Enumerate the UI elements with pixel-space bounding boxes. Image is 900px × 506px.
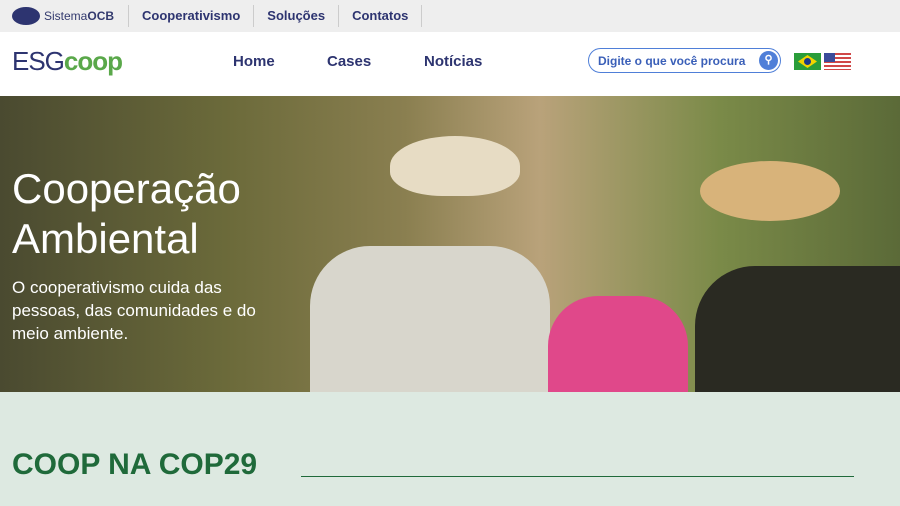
search-icon[interactable]: ⚲ [759,51,778,70]
toplink-contatos[interactable]: Contatos [339,5,423,27]
ocb-bold: OCB [87,9,115,23]
sistema-ocb-logo[interactable]: Sistema OCB [12,5,130,27]
section-title: COOP NA COP29 [12,448,258,481]
hero-photo-person [310,246,550,392]
search-placeholder: Digite o que você procura [598,53,746,68]
nav-cases[interactable]: Cases [327,53,371,70]
hero-photo-person [695,266,900,392]
logo-coop: COOP [63,46,123,76]
section-divider [301,476,854,477]
nav-home[interactable]: Home [233,53,275,70]
toplink-cooperativismo[interactable]: Cooperativismo [129,5,255,27]
hero-photo-hat [390,136,520,196]
us-flag-icon[interactable] [824,53,851,70]
hero-title: Cooperação Ambiental [12,165,241,262]
logo-esg: ESG [12,46,65,76]
search-input[interactable]: Digite o que você procura ⚲ [588,48,781,73]
cop29-section: COOP NA COP29 [0,392,900,506]
ocb-prefix: Sistema [44,9,88,23]
hero-subtitle: O cooperativismo cuida das pessoas, das … [12,278,256,343]
top-bar: Sistema OCB Cooperativismo Soluções Conta… [0,0,900,32]
nav-noticias[interactable]: Notícias [424,53,482,70]
hero-photo-person [548,296,688,392]
hero-banner: Cooperação Ambiental O cooperativismo cu… [0,96,900,392]
hero-photo-hat [700,161,840,221]
brazil-flag-icon[interactable] [794,53,821,70]
esgcoop-logo[interactable]: ESGCOOP [12,46,123,77]
ocb-globe-icon [12,7,40,25]
toplink-solucoes[interactable]: Soluções [254,5,340,27]
